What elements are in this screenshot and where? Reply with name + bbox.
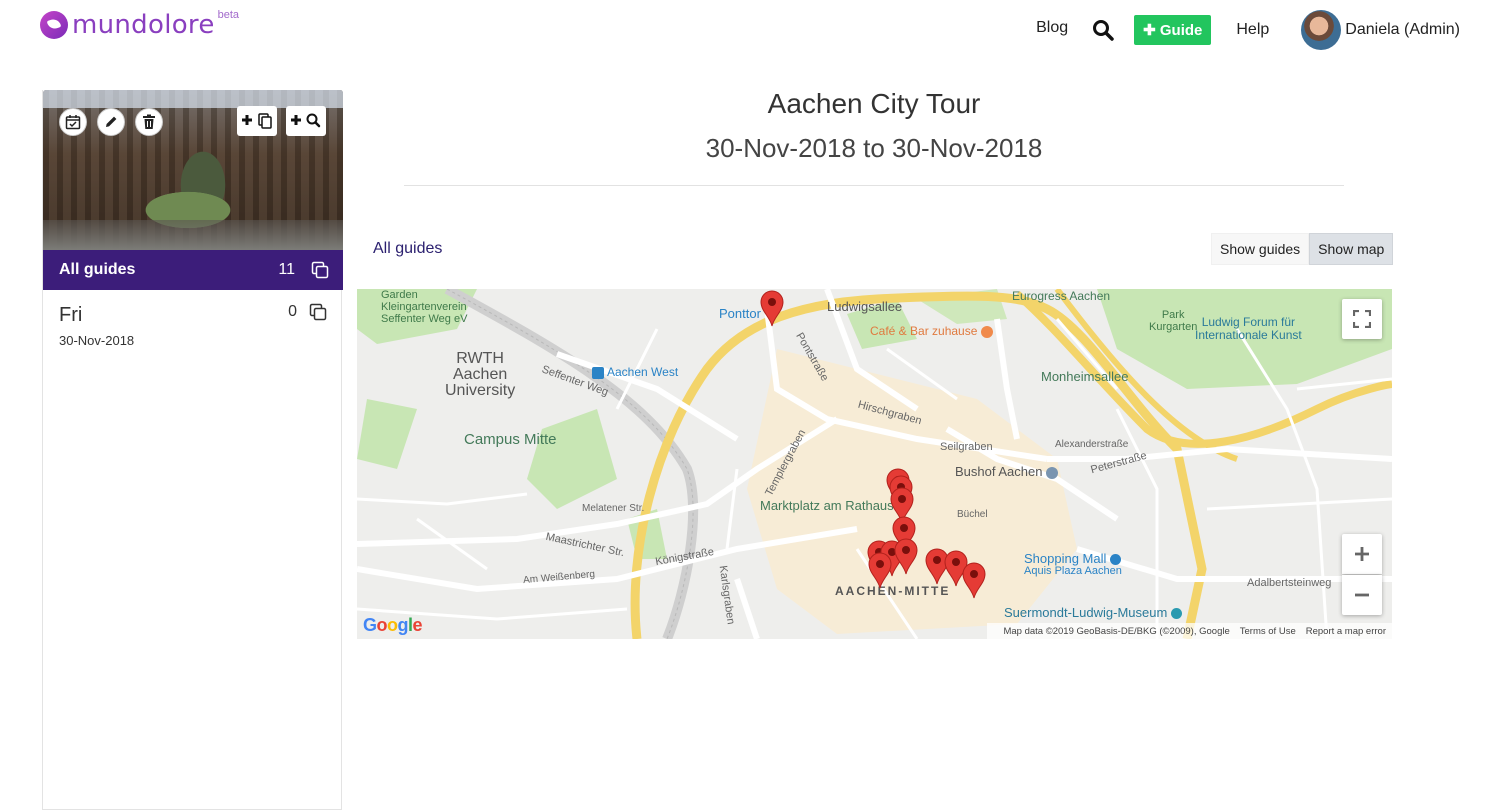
map-label-ludwig-forum: Ludwig Forum für Internationale Kunst <box>1195 315 1302 342</box>
divider <box>404 185 1344 186</box>
guides-map[interactable]: RWTH Aachen University Campus Mitte Aach… <box>357 289 1392 639</box>
map-label-adalbertsteinweg: Adalbertsteinweg <box>1247 577 1332 589</box>
add-copy-icon[interactable] <box>237 106 277 136</box>
map-label-park: Park Kurgarten <box>1149 309 1198 333</box>
cafe-icon <box>981 325 994 338</box>
all-guides-label: All guides <box>59 261 136 278</box>
zoom-out-button[interactable] <box>1342 575 1382 615</box>
calendar-icon[interactable] <box>59 108 87 136</box>
map-poi-cafe-label: Café & Bar zuhause <box>870 324 978 338</box>
map-poi-shopping: Shopping Mall <box>1024 551 1122 566</box>
map-label-ponttor: Ponttor <box>719 306 761 321</box>
avatar <box>1301 10 1342 50</box>
page-title: Aachen City Tour <box>767 88 981 119</box>
map-poi-aachen-west: Aachen West <box>592 365 678 379</box>
zoom-in-button[interactable] <box>1342 534 1382 574</box>
map-label-seilgraben: Seilgraben <box>940 441 993 453</box>
map-label-monheimsallee: Monheimsallee <box>1041 369 1129 384</box>
trip-cover-image <box>43 90 343 250</box>
edit-pencil-icon[interactable] <box>97 108 125 136</box>
map-marker-pin-icon[interactable] <box>867 551 893 589</box>
show-map-button[interactable]: Show map <box>1309 233 1394 265</box>
map-label-marktplatz: Marktplatz am Rathaus <box>760 498 894 513</box>
terms-of-use-link[interactable]: Terms of Use <box>1240 626 1296 637</box>
museum-icon <box>1171 608 1183 620</box>
map-poi-cafe: Café & Bar zuhause <box>870 324 994 338</box>
copy-icon[interactable] <box>311 261 329 284</box>
map-marker-pin-icon[interactable] <box>759 289 785 327</box>
show-guides-button[interactable]: Show guides <box>1211 233 1310 265</box>
map-label-rwth: RWTH Aachen University <box>445 350 516 399</box>
day-item[interactable]: Fri 30-Nov-2018 0 <box>43 290 341 362</box>
map-label-buchel: Büchel <box>957 509 988 520</box>
delete-trash-icon[interactable] <box>135 108 163 136</box>
map-footer: Map data ©2019 GeoBasis-DE/BKG (©2009), … <box>987 623 1392 639</box>
logo-beta-label: beta <box>217 9 240 21</box>
map-poi-aachen-west-label: Aachen West <box>607 365 679 379</box>
fullscreen-icon[interactable] <box>1342 299 1382 339</box>
map-label-ludwigsallee: Ludwigsallee <box>827 299 903 314</box>
map-marker-pin-icon[interactable] <box>961 561 987 599</box>
add-guide-button[interactable]: ✚ Guide <box>1134 15 1212 45</box>
map-poi-suermondt: Suermondt-Ludwig-Museum <box>1004 605 1183 620</box>
map-data-attribution: Map data ©2019 GeoBasis-DE/BKG (©2009), … <box>1003 625 1230 637</box>
nav-help-link[interactable]: Help <box>1236 21 1269 39</box>
map-label-alexanderstrasse: Alexanderstraße <box>1055 439 1129 450</box>
transit-icon <box>592 366 604 379</box>
map-poi-suermondt-label: Suermondt-Ludwig-Museum <box>1004 605 1168 620</box>
view-toggle: Show guides Show map <box>1211 233 1394 265</box>
map-label-kleingarten: Garden Kleingartenverein Seffenter Weg e… <box>381 289 468 325</box>
poi-pin-icon <box>1046 466 1059 479</box>
breadcrumb-all-guides[interactable]: All guides <box>373 240 442 258</box>
day-name: Fri <box>59 304 83 326</box>
search-icon[interactable] <box>1092 19 1114 41</box>
nav-blog-link[interactable]: Blog <box>1036 19 1068 37</box>
user-menu[interactable]: Daniela (Admin) <box>1301 10 1460 50</box>
map-label-melatener: Melatener Str. <box>582 503 645 514</box>
trip-date-range: 30-Nov-2018 to 30-Nov-2018 <box>705 133 1043 163</box>
copy-icon[interactable] <box>309 303 327 326</box>
mundolore-logo[interactable]: mundolore beta <box>40 9 240 40</box>
map-label-campus-mitte: Campus Mitte <box>464 431 557 448</box>
all-guides-count: 11 <box>278 261 295 278</box>
top-header: mundolore beta Blog ✚ Guide Help Daniela… <box>0 0 1486 60</box>
add-search-icon[interactable] <box>286 106 326 136</box>
map-poi-bushof: Bushof Aachen <box>955 464 1059 479</box>
all-guides-item[interactable]: All guides 11 <box>43 250 343 290</box>
day-guide-count: 0 <box>288 303 297 320</box>
top-nav: Blog ✚ Guide Help Daniela (Admin) <box>1036 10 1460 50</box>
map-marker-pin-icon[interactable] <box>893 537 919 575</box>
trip-sidebar: All guides 11 Fri 30-Nov-2018 0 <box>42 90 343 810</box>
map-label-eurogress: Eurogress Aachen <box>1012 289 1111 303</box>
report-map-error-link[interactable]: Report a map error <box>1306 626 1386 637</box>
day-date: 30-Nov-2018 <box>59 333 135 348</box>
logo-icon <box>40 11 68 39</box>
map-poi-bushof-label: Bushof Aachen <box>955 464 1043 479</box>
user-name: Daniela (Admin) <box>1345 21 1460 38</box>
google-logo[interactable]: Google <box>363 615 423 636</box>
map-poi-shopping-label: Shopping Mall <box>1024 551 1107 566</box>
shopping-icon <box>1110 554 1122 566</box>
logo-text: mundolore <box>72 10 215 40</box>
map-label-aquis: Aquis Plaza Aachen <box>1024 565 1122 577</box>
